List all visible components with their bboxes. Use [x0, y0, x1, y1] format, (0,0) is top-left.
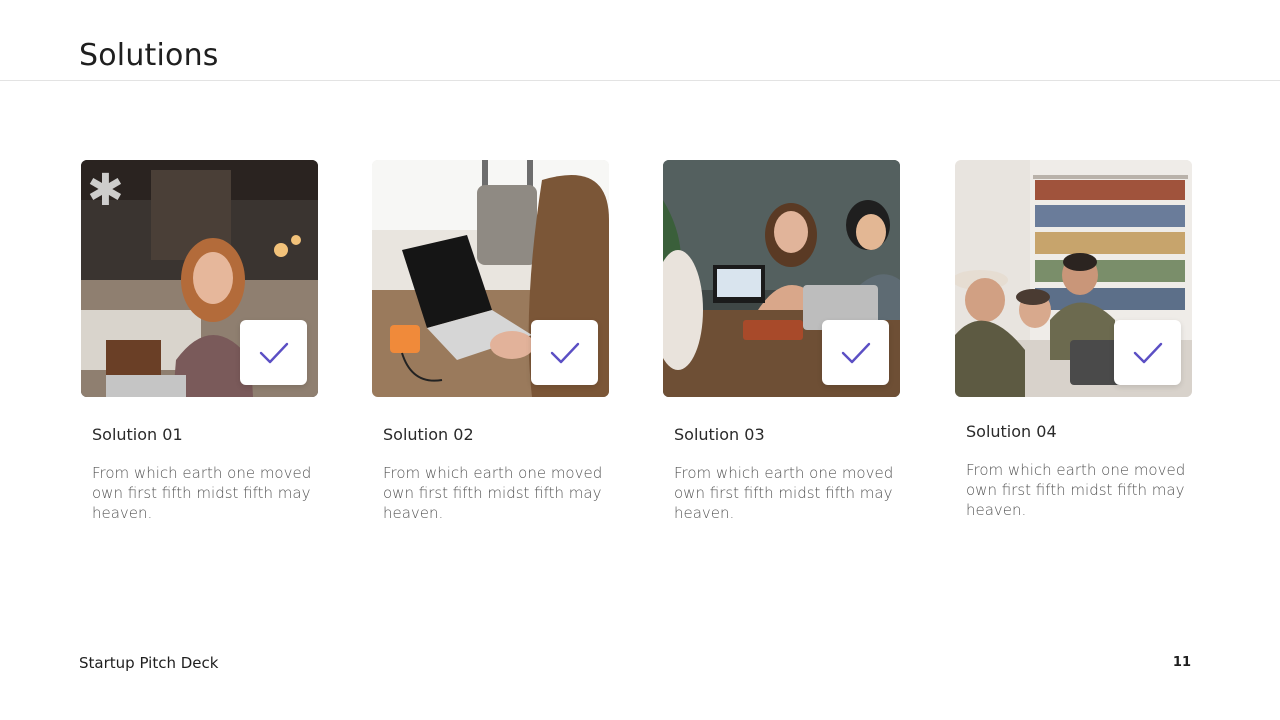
- check-icon: [259, 342, 288, 363]
- check-icon: [550, 342, 579, 363]
- solution-description: From which earth one moved own first fif…: [92, 464, 312, 522]
- check-badge: [240, 320, 307, 385]
- solution-title: Solution 03: [674, 425, 765, 444]
- check-badge: [531, 320, 598, 385]
- solution-photo-3: [663, 160, 900, 397]
- slide-title: Solutions: [79, 38, 219, 73]
- solution-photo-1: ✱: [81, 160, 318, 397]
- solution-description: From which earth one moved own first fif…: [383, 464, 603, 522]
- check-icon: [1133, 342, 1162, 363]
- solution-card-1: ✱ Solution 01 From which earth one moved…: [81, 160, 318, 522]
- solution-title: Solution 04: [966, 422, 1057, 441]
- solution-card-4: Solution 04 From which earth one moved o…: [955, 160, 1192, 519]
- solution-card-3: Solution 03 From which earth one moved o…: [663, 160, 900, 522]
- solution-photo-2: [372, 160, 609, 397]
- check-badge: [1114, 320, 1181, 385]
- solution-description: From which earth one moved own first fif…: [674, 464, 894, 522]
- page-number: 11: [1172, 655, 1191, 670]
- check-badge: [822, 320, 889, 385]
- solution-title: Solution 02: [383, 425, 474, 444]
- svg-text:✱: ✱: [87, 165, 124, 216]
- check-icon: [841, 342, 870, 363]
- footer-deck-name: Startup Pitch Deck: [79, 654, 219, 672]
- title-divider: [0, 80, 1280, 81]
- solution-description: From which earth one moved own first fif…: [966, 461, 1186, 519]
- solution-photo-4: [955, 160, 1192, 397]
- solution-title: Solution 01: [92, 425, 183, 444]
- solution-card-2: Solution 02 From which earth one moved o…: [372, 160, 609, 522]
